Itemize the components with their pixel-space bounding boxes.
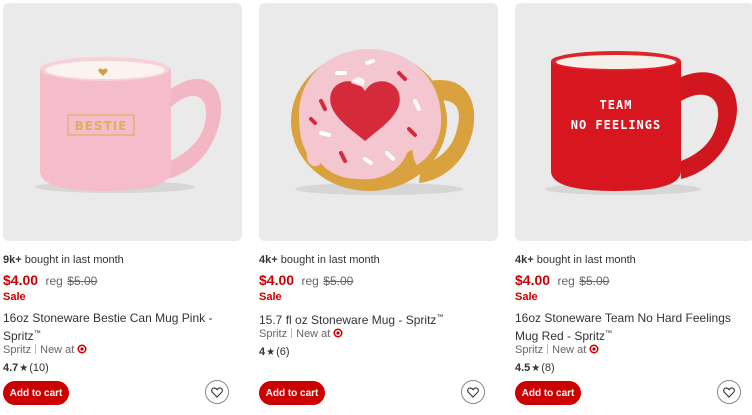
brand-link[interactable]: Spritz [3, 344, 31, 356]
rating-value: 4.5 [515, 362, 531, 374]
heart-outline-icon [211, 386, 223, 398]
new-at-label: New at [40, 344, 75, 356]
favorite-button[interactable] [717, 380, 741, 404]
target-logo-icon [333, 328, 343, 338]
brand-row: Spritz New at [3, 344, 87, 356]
favorite-button[interactable] [205, 380, 229, 404]
mug-print-line1: TEAM [600, 98, 633, 112]
brand-row: Spritz New at [259, 328, 343, 340]
product-title[interactable]: 16oz Stoneware Team No Hard Feelings Mug… [515, 310, 747, 344]
product-title[interactable]: 15.7 fl oz Stoneware Mug - Spritz™ [259, 310, 491, 328]
review-count: (10) [29, 362, 49, 374]
star-icon: ★ [19, 363, 29, 374]
brand-row: Spritz New at [515, 344, 599, 356]
heart-outline-icon [723, 386, 735, 398]
price-row: $4.00 reg $5.00 [259, 272, 353, 290]
review-count: (6) [276, 346, 290, 358]
rating-row[interactable]: 4.5★(8) [515, 362, 555, 374]
add-to-cart-button[interactable]: Add to cart [3, 381, 69, 405]
current-price: $4.00 [259, 272, 295, 288]
donut-mug-illustration [291, 49, 475, 195]
bestie-mug-illustration: BESTIE [35, 57, 222, 193]
rating-value: 4.7 [3, 362, 19, 374]
add-to-cart-button[interactable]: Add to cart [259, 381, 325, 405]
product-card[interactable]: TEAM NO FEELINGS 4k+ bought in last mont… [515, 0, 752, 415]
heart-outline-icon [467, 386, 479, 398]
price-row: $4.00 reg $5.00 [515, 272, 609, 290]
regular-price: $5.00 [67, 274, 98, 288]
star-icon: ★ [266, 347, 276, 358]
target-logo-icon [77, 344, 87, 354]
reg-label: reg [45, 274, 63, 288]
regular-price: $5.00 [579, 274, 610, 288]
review-count: (8) [541, 362, 555, 374]
product-card[interactable]: 4k+ bought in last month $4.00 reg $5.00… [259, 0, 498, 415]
reg-label: reg [301, 274, 319, 288]
price-row: $4.00 reg $5.00 [3, 272, 97, 290]
team-mug-illustration: TEAM NO FEELINGS [545, 51, 738, 195]
bought-count: 4k+ bought in last month [259, 254, 380, 266]
product-image[interactable]: TEAM NO FEELINGS [515, 3, 752, 241]
brand-link[interactable]: Spritz [515, 344, 543, 356]
regular-price: $5.00 [323, 274, 354, 288]
sale-badge: Sale [3, 291, 26, 303]
rating-row[interactable]: 4.7★(10) [3, 362, 49, 374]
product-title[interactable]: 16oz Stoneware Bestie Can Mug Pink - Spr… [3, 310, 235, 344]
new-at-label: New at [296, 328, 331, 340]
brand-link[interactable]: Spritz [259, 328, 287, 340]
product-image[interactable] [259, 3, 498, 241]
sale-badge: Sale [515, 291, 538, 303]
sale-badge: Sale [259, 291, 282, 303]
add-to-cart-button[interactable]: Add to cart [515, 381, 581, 405]
rating-value: 4 [259, 346, 266, 358]
mug-print-text: BESTIE [75, 119, 128, 133]
favorite-button[interactable] [461, 380, 485, 404]
current-price: $4.00 [515, 272, 551, 288]
current-price: $4.00 [3, 272, 39, 288]
bought-count: 9k+ bought in last month [3, 254, 124, 266]
product-image[interactable]: BESTIE [3, 3, 242, 241]
star-icon: ★ [531, 363, 541, 374]
bought-count: 4k+ bought in last month [515, 254, 636, 266]
product-card[interactable]: BESTIE 9k+ bought in last month $4.00 re… [3, 0, 242, 415]
reg-label: reg [557, 274, 575, 288]
mug-print-line2: NO FEELINGS [571, 118, 661, 132]
rating-row[interactable]: 4★(6) [259, 346, 290, 358]
new-at-label: New at [552, 344, 587, 356]
target-logo-icon [589, 344, 599, 354]
